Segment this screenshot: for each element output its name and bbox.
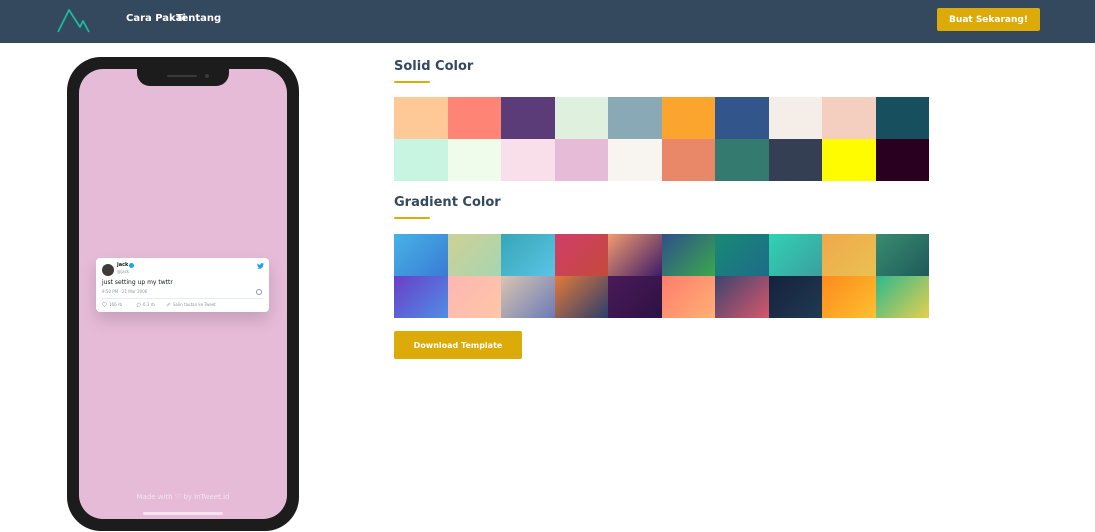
logo-icon[interactable]: [56, 7, 90, 34]
gradient-swatch[interactable]: [875, 276, 929, 318]
solid-swatch[interactable]: [822, 97, 876, 139]
solid-swatch[interactable]: [554, 97, 608, 139]
download-template-button[interactable]: Download Template: [394, 331, 522, 359]
tweet-text: just setting up my twttr: [102, 279, 173, 286]
gradient-color-title: Gradient Color: [394, 195, 501, 210]
gradient-swatch[interactable]: [608, 234, 662, 276]
avatar: [102, 264, 114, 276]
solid-color-underline: [394, 81, 430, 83]
reply-count: 6,3 rb: [143, 302, 155, 307]
solid-swatch[interactable]: [715, 97, 769, 139]
gradient-swatch[interactable]: [554, 276, 608, 318]
gradient-swatch[interactable]: [768, 234, 822, 276]
speaker-icon: [167, 75, 197, 77]
gradient-swatch[interactable]: [822, 234, 876, 276]
gradient-swatch[interactable]: [875, 234, 929, 276]
gradient-swatch[interactable]: [661, 234, 715, 276]
gradient-swatch[interactable]: [822, 276, 876, 318]
solid-swatch[interactable]: [875, 139, 929, 181]
heart-icon: [102, 302, 107, 307]
phone-screen: jack @jack just setting up my twttr 9:50…: [79, 69, 287, 519]
solid-swatch[interactable]: [822, 139, 876, 181]
footer-credit: Made with ♡ by InTweet.id: [136, 493, 230, 501]
solid-swatch[interactable]: [447, 97, 501, 139]
solid-swatch[interactable]: [768, 97, 822, 139]
solid-swatch[interactable]: [608, 139, 662, 181]
solid-swatch[interactable]: [661, 97, 715, 139]
like-count: 166 rb: [109, 302, 123, 307]
solid-swatch[interactable]: [661, 139, 715, 181]
tweet-divider: [102, 298, 263, 299]
gradient-color-underline: [394, 217, 430, 219]
gradient-swatch[interactable]: [715, 234, 769, 276]
solid-swatch[interactable]: [768, 139, 822, 181]
gradient-swatch[interactable]: [768, 276, 822, 318]
gradient-swatch[interactable]: [394, 276, 448, 318]
buat-sekarang-button[interactable]: Buat Sekarang!: [937, 8, 1040, 31]
gradient-swatch[interactable]: [661, 276, 715, 318]
tweet-card: jack @jack just setting up my twttr 9:50…: [96, 258, 269, 312]
gradient-color-grid: [394, 234, 929, 318]
info-icon: [256, 289, 262, 295]
solid-swatch[interactable]: [875, 97, 929, 139]
gradient-swatch[interactable]: [501, 234, 555, 276]
reply-icon: [136, 302, 141, 307]
gradient-swatch[interactable]: [394, 234, 448, 276]
solid-color-title: Solid Color: [394, 59, 474, 74]
copy-link-label: Salin tautan ke Tweet: [173, 302, 216, 307]
tweet-timestamp: 9:50 PM · 21 Mar 2006: [102, 289, 148, 294]
solid-swatch[interactable]: [608, 97, 662, 139]
solid-color-grid: [394, 97, 929, 181]
phone-notch: [137, 69, 229, 86]
camera-icon: [205, 74, 209, 78]
gradient-swatch[interactable]: [447, 276, 501, 318]
navbar: Cara Pakai Tentang Buat Sekarang!: [0, 0, 1095, 43]
tweet-author-name: jack: [117, 262, 129, 268]
solid-swatch[interactable]: [447, 139, 501, 181]
twitter-bird-icon: [257, 263, 264, 269]
solid-swatch[interactable]: [394, 139, 448, 181]
solid-swatch[interactable]: [394, 97, 448, 139]
tweet-author-handle: @jack: [117, 269, 130, 274]
phone-mockup: jack @jack just setting up my twttr 9:50…: [67, 57, 299, 531]
home-indicator: [143, 512, 223, 515]
solid-swatch[interactable]: [501, 97, 555, 139]
verified-badge-icon: [129, 263, 134, 268]
nav-link-tentang[interactable]: Tentang: [176, 13, 221, 24]
solid-swatch[interactable]: [554, 139, 608, 181]
gradient-swatch[interactable]: [447, 234, 501, 276]
gradient-swatch[interactable]: [608, 276, 662, 318]
solid-swatch[interactable]: [715, 139, 769, 181]
gradient-swatch[interactable]: [554, 234, 608, 276]
link-icon: [166, 302, 171, 307]
gradient-swatch[interactable]: [715, 276, 769, 318]
gradient-swatch[interactable]: [501, 276, 555, 318]
solid-swatch[interactable]: [501, 139, 555, 181]
